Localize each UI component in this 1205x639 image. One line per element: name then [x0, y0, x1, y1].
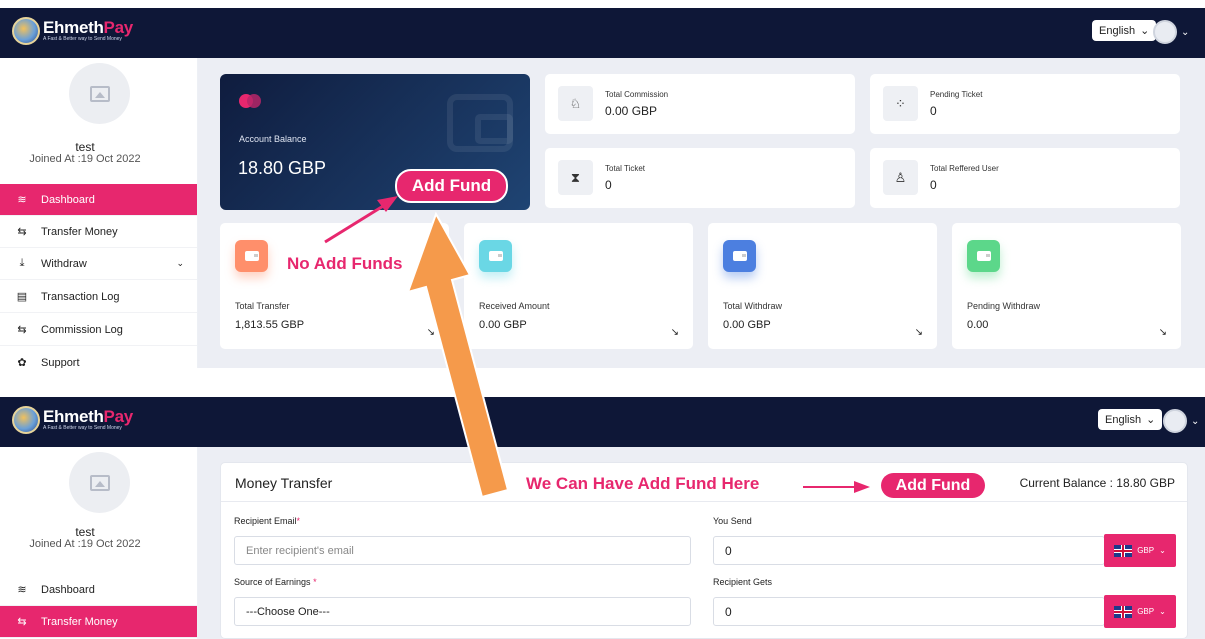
arrow-down-right-icon: ↘ [1158, 327, 1167, 338]
summary-card-total-withdraw[interactable]: Total Withdraw 0.00 GBP ↘ [708, 223, 937, 349]
language-label: English [1105, 413, 1142, 426]
brand-name: EhmethPay [43, 18, 133, 37]
profile-picture [69, 452, 130, 513]
annotation-we-can-have-add-fund: We Can Have Add Fund Here [526, 474, 760, 493]
arrow-down-right-icon: ↘ [914, 327, 923, 338]
support-icon: ✿ [17, 357, 27, 368]
add-fund-annotation-badge: Add Fund [395, 169, 508, 203]
withdraw-icon: ⤓ [19, 257, 25, 269]
chevron-down-icon: ⌄ [1146, 414, 1156, 426]
chevron-down-icon: ⌄ [1159, 546, 1166, 555]
brand-name: EhmethPay [43, 407, 133, 426]
sidebar-2: test Joined At :19 Oct 2022 ≋ Dashboard ⇆… [0, 447, 198, 639]
chevron-down-icon[interactable]: ⌄ [1181, 27, 1189, 38]
balance-value: 18.80 GBP [238, 158, 327, 178]
recipient-email-input[interactable]: Enter recipient's email [234, 536, 691, 565]
profile-picture [69, 63, 130, 124]
recipient-gets-input[interactable]: 0 [713, 597, 1105, 626]
chevron-down-icon: ⌄ [176, 258, 184, 268]
sidebar-item-commission-log[interactable]: ⇆ Commission Log [0, 314, 197, 346]
hourglass-icon: ⧗ [558, 160, 593, 195]
card-brand-icon [239, 94, 271, 108]
arrow-down-right-icon: ↘ [670, 327, 679, 338]
wallet-icon [447, 94, 513, 152]
layers-icon: ≋ [17, 194, 27, 206]
wallet-icon [967, 240, 1000, 272]
stat-card-commission: ♘ Total Commission 0.00 GBP [545, 74, 855, 134]
source-of-earnings-select[interactable]: ---Choose One--- [234, 597, 691, 626]
piggy-bank-icon: ♘ [558, 86, 593, 121]
user-avatar[interactable] [1163, 409, 1187, 433]
summary-card-total-transfer[interactable]: Total Transfer 1,813.55 GBP ↘ [220, 223, 449, 349]
stat-card-referred-user: ♙ Total Reffered User 0 [870, 148, 1180, 208]
profile-joined: Joined At :19 Oct 2022 [29, 538, 141, 550]
sidebar-item-support[interactable]: ✿ Support [0, 347, 197, 369]
recipient-email-label: Recipient Email* [234, 516, 301, 526]
uk-flag-icon [1114, 605, 1133, 618]
balance-label: Account Balance [239, 134, 307, 144]
summary-card-pending-withdraw[interactable]: Pending Withdraw 0.00 ↘ [952, 223, 1181, 349]
add-fund-annotation-badge-2: Add Fund [881, 473, 985, 498]
user-icon: ♙ [883, 160, 918, 195]
sidebar-item-dashboard[interactable]: ≋ Dashboard [0, 184, 197, 216]
image-placeholder-icon [89, 474, 110, 491]
brand-logo[interactable]: EhmethPay A Fast & Better way to Send Mo… [12, 17, 133, 45]
wallet-icon [479, 240, 512, 272]
uk-flag-icon [1114, 544, 1133, 557]
spinner-icon: ⁘ [883, 86, 918, 121]
recipient-gets-label: Recipient Gets [713, 577, 773, 587]
commission-icon: ⇆ [17, 324, 27, 336]
profile-name: test [75, 525, 95, 539]
you-send-label: You Send [713, 516, 752, 526]
sidebar: test Joined At :19 Oct 2022 ≋ Dashboard ⇆… [0, 58, 198, 368]
language-select[interactable]: English ⌄ [1098, 409, 1163, 430]
image-placeholder-icon [89, 85, 110, 102]
sidebar-item-transfer-money[interactable]: ⇆ Transfer Money [0, 606, 197, 638]
chevron-down-icon: ⌄ [1140, 25, 1150, 37]
log-icon: ▤ [16, 291, 28, 303]
user-avatar[interactable] [1153, 20, 1177, 44]
annotation-no-add-funds: No Add Funds [287, 254, 403, 273]
globe-icon [12, 406, 40, 434]
top-navbar-2: EhmethPay A Fast & Better way to Send Mo… [0, 397, 1205, 447]
source-of-earnings-label: Source of Earnings * [234, 577, 317, 587]
profile-name: test [75, 140, 95, 154]
language-label: English [1099, 24, 1136, 37]
sidebar-item-dashboard[interactable]: ≋ Dashboard [0, 574, 197, 606]
layers-icon: ≋ [17, 584, 27, 596]
summary-card-received-amount[interactable]: Received Amount 0.00 GBP ↘ [464, 223, 693, 349]
composite-screenshot: EhmethPay A Fast & Better way to Send Mo… [0, 0, 1205, 639]
you-send-input[interactable]: 0 [713, 536, 1105, 565]
stat-card-pending-ticket: ⁘ Pending Ticket 0 [870, 74, 1180, 134]
sidebar-item-transfer-money[interactable]: ⇆ Transfer Money [0, 216, 197, 248]
profile-joined: Joined At :19 Oct 2022 [29, 153, 141, 165]
recipient-gets-currency-button[interactable]: GBP ⌄ [1104, 595, 1176, 628]
stat-card-total-ticket: ⧗ Total Ticket 0 [545, 148, 855, 208]
wallet-icon [235, 240, 268, 272]
current-balance: Current Balance : 18.80 GBP [1019, 476, 1175, 490]
panel-title: Money Transfer [235, 475, 333, 491]
top-navbar: EhmethPay A Fast & Better way to Send Mo… [0, 8, 1205, 58]
globe-icon [12, 17, 40, 45]
language-select[interactable]: English ⌄ [1092, 20, 1157, 41]
sidebar-item-transaction-log[interactable]: ▤ Transaction Log [0, 281, 197, 313]
sidebar-item-withdraw[interactable]: ⤓ Withdraw ⌄ [0, 248, 197, 280]
wallet-icon [723, 240, 756, 272]
brand-logo[interactable]: EhmethPay A Fast & Better way to Send Mo… [12, 406, 133, 434]
chevron-down-icon: ⌄ [1159, 607, 1166, 616]
you-send-currency-button[interactable]: GBP ⌄ [1104, 534, 1176, 567]
brand-tagline: A Fast & Better way to Send Money [43, 36, 122, 42]
arrow-down-right-icon: ↘ [426, 327, 435, 338]
transfer-icon: ⇆ [17, 616, 27, 628]
chevron-down-icon[interactable]: ⌄ [1191, 416, 1199, 427]
brand-tagline: A Fast & Better way to Send Money [43, 425, 122, 431]
transfer-icon: ⇆ [17, 226, 27, 238]
